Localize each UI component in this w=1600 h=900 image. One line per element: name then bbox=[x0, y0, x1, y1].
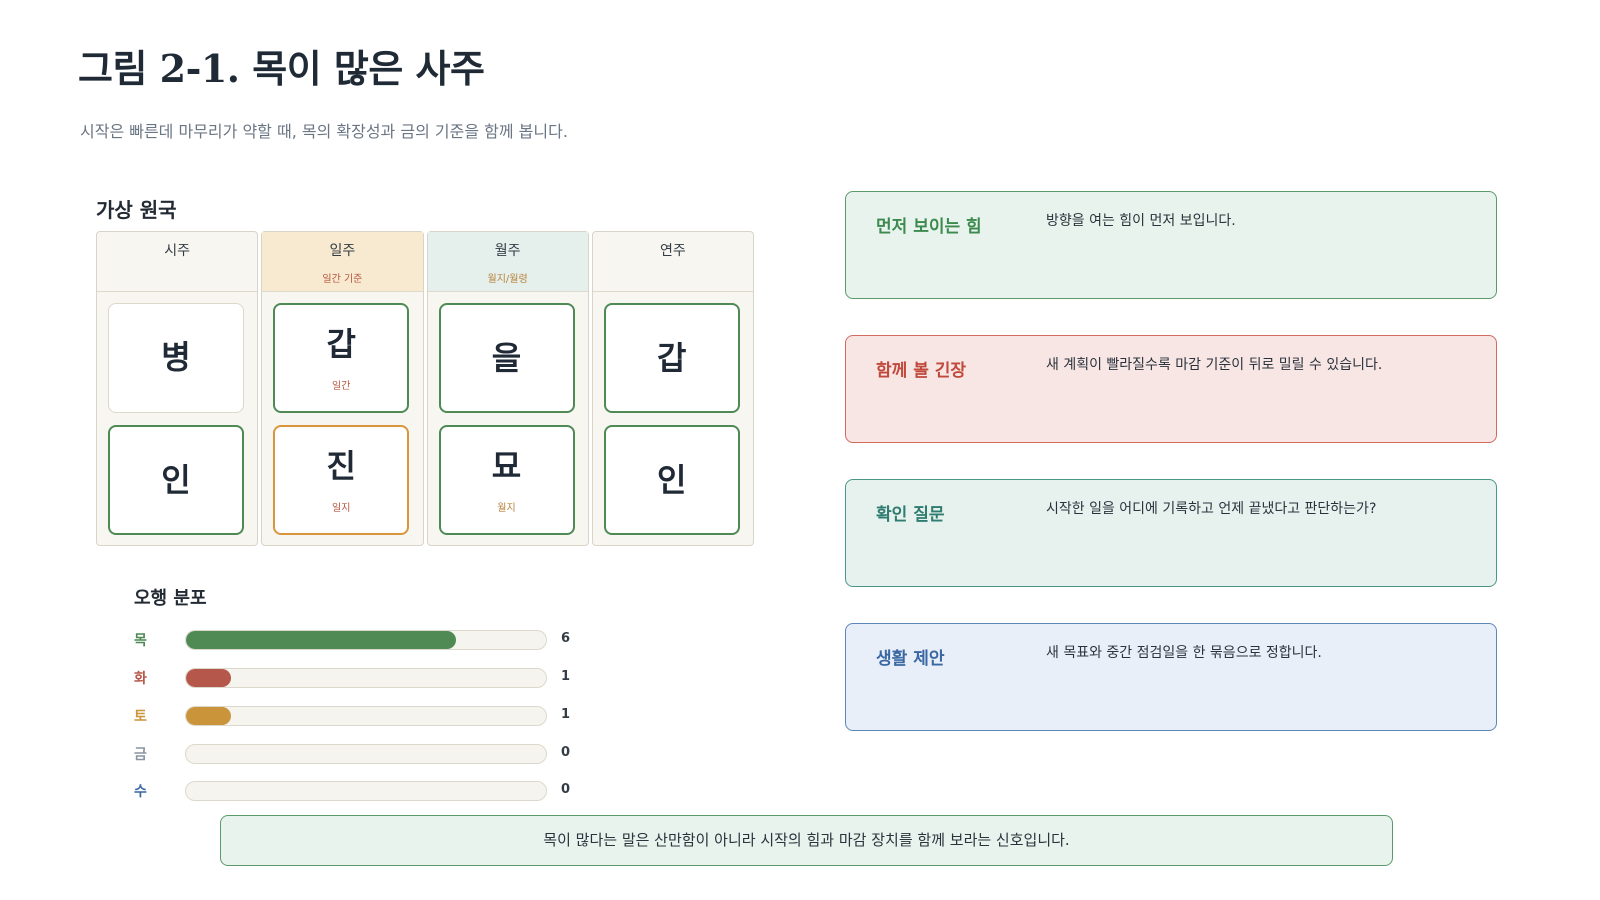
pillar-header: 시주 bbox=[97, 232, 258, 292]
stem-glyph: 을 bbox=[491, 339, 522, 377]
card-visible-strength: 먼저 보이는 힘 방향을 여는 힘이 먼저 보입니다. bbox=[845, 191, 1497, 299]
card-text: 새 계획이 빨라질수록 마감 기준이 뒤로 밀릴 수 있습니다. bbox=[1046, 357, 1383, 373]
branch-glyph: 진 bbox=[326, 447, 356, 485]
distribution-row: 목 6 bbox=[134, 628, 574, 652]
stem-glyph: 갑 bbox=[326, 325, 356, 363]
page-title: 그림 2-1. 목이 많은 사주 bbox=[78, 46, 485, 91]
stem-glyph: 갑 bbox=[657, 339, 687, 377]
card-text: 새 목표와 중간 점검일을 한 묶음으로 정합니다. bbox=[1046, 645, 1322, 661]
distribution-title: 오행 분포 bbox=[134, 588, 207, 609]
distribution-row: 화 1 bbox=[134, 666, 574, 690]
element-count: 6 bbox=[561, 631, 571, 646]
stem-cell: 을 bbox=[438, 303, 575, 413]
four-pillars-grid: 시주 병 인 일주 일간 기준 갑 일간 진 일지 월주 월지/월령 을 묘 월… bbox=[96, 231, 754, 546]
stem-glyph: 병 bbox=[161, 338, 191, 376]
distribution-track bbox=[185, 781, 547, 801]
stem-cell: 병 bbox=[108, 303, 244, 413]
distribution-row: 수 0 bbox=[134, 779, 574, 803]
card-check-question: 확인 질문 시작한 일을 어디에 기록하고 언제 끝냈다고 판단하는가? bbox=[845, 479, 1497, 587]
branch-glyph: 인 bbox=[161, 461, 191, 499]
branch-glyph: 묘 bbox=[491, 447, 522, 485]
pillar-day: 일주 일간 기준 갑 일간 진 일지 bbox=[261, 231, 424, 546]
pillar-header: 일주 일간 기준 bbox=[262, 232, 423, 292]
distribution-row: 금 0 bbox=[134, 742, 574, 766]
stem-cell: 갑 bbox=[603, 303, 740, 413]
distribution-bar bbox=[186, 669, 231, 687]
card-title: 먼저 보이는 힘 bbox=[876, 217, 982, 237]
card-tension: 함께 볼 긴장 새 계획이 빨라질수록 마감 기준이 뒤로 밀릴 수 있습니다. bbox=[845, 335, 1497, 443]
element-label: 금 bbox=[134, 747, 147, 763]
branch-note: 일지 bbox=[332, 503, 351, 514]
element-label: 목 bbox=[134, 633, 147, 649]
branch-cell: 인 bbox=[603, 425, 740, 535]
branch-glyph: 인 bbox=[657, 461, 687, 499]
pillar-note: 월지/월령 bbox=[487, 274, 528, 285]
card-life-suggestion: 생활 제안 새 목표와 중간 점검일을 한 묶음으로 정합니다. bbox=[845, 623, 1497, 731]
element-count: 1 bbox=[561, 707, 571, 722]
card-text: 시작한 일을 어디에 기록하고 언제 끝냈다고 판단하는가? bbox=[1046, 501, 1377, 517]
element-label: 화 bbox=[134, 671, 147, 687]
pillar-hour: 시주 병 인 bbox=[96, 231, 259, 546]
pillar-note: 일간 기준 bbox=[322, 274, 363, 285]
pillar-name: 월주 bbox=[494, 243, 521, 259]
element-count: 0 bbox=[561, 782, 571, 797]
pillar-header: 월주 월지/월령 bbox=[427, 232, 588, 292]
pillar-year: 연주 갑 인 bbox=[591, 231, 754, 546]
element-count: 0 bbox=[561, 745, 571, 760]
stem-cell: 갑 일간 bbox=[273, 303, 410, 413]
card-text: 방향을 여는 힘이 먼저 보입니다. bbox=[1046, 213, 1236, 229]
pillar-name: 일주 bbox=[329, 243, 356, 259]
card-title: 함께 볼 긴장 bbox=[876, 361, 967, 381]
branch-cell: 묘 월지 bbox=[438, 425, 575, 535]
distribution-bar bbox=[186, 631, 456, 649]
branch-cell: 인 bbox=[108, 425, 244, 535]
stem-note: 일간 bbox=[332, 381, 351, 392]
distribution-track bbox=[185, 744, 547, 764]
card-title: 생활 제안 bbox=[876, 649, 945, 669]
pillar-month: 월주 월지/월령 을 묘 월지 bbox=[426, 231, 589, 546]
page-subtitle: 시작은 빠른데 마무리가 약할 때, 목의 확장성과 금의 기준을 함께 봅니다… bbox=[80, 122, 568, 141]
distribution-bar bbox=[186, 707, 231, 725]
pillar-header: 연주 bbox=[592, 232, 753, 292]
pillar-chart-title: 가상 원국 bbox=[96, 198, 177, 222]
distribution-track bbox=[185, 668, 547, 688]
element-label: 토 bbox=[134, 709, 147, 725]
branch-cell: 진 일지 bbox=[273, 425, 410, 535]
element-count: 1 bbox=[561, 669, 571, 684]
card-title: 확인 질문 bbox=[876, 505, 945, 525]
distribution-track bbox=[185, 706, 547, 726]
footer-note: 목이 많다는 말은 산만함이 아니라 시작의 힘과 마감 장치를 함께 보라는 … bbox=[220, 815, 1393, 866]
distribution-row: 토 1 bbox=[134, 704, 574, 728]
branch-note: 월지 bbox=[497, 503, 516, 514]
pillar-name: 연주 bbox=[659, 243, 686, 259]
pillar-name: 시주 bbox=[164, 243, 190, 259]
element-label: 수 bbox=[134, 784, 147, 800]
distribution-track bbox=[185, 630, 547, 650]
